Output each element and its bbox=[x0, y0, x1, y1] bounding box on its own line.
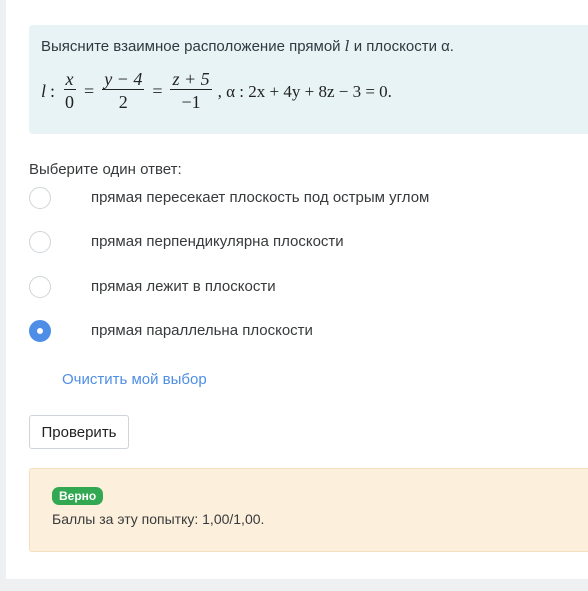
clear-choice-link[interactable]: Очистить мой выбор bbox=[62, 371, 207, 388]
answer-option-label[interactable]: прямая пересекает плоскость под острым у… bbox=[91, 189, 429, 206]
fraction-y-numerator: y − 4 bbox=[102, 69, 145, 90]
prompt-text-middle: и плоскости bbox=[349, 38, 442, 55]
fraction-x: x 0 bbox=[63, 69, 76, 114]
answer-option-label[interactable]: прямая перпендикулярна плоскости bbox=[91, 233, 344, 250]
check-button[interactable]: Проверить bbox=[29, 415, 129, 449]
fraction-y: y − 4 2 bbox=[102, 69, 145, 114]
score-text: Баллы за эту попытку: 1,00/1,00. bbox=[52, 511, 265, 527]
answer-option[interactable]: прямая лежит в плоскости bbox=[29, 275, 569, 301]
equals-sign: = bbox=[84, 81, 95, 101]
prompt-plane-var: α bbox=[441, 38, 450, 55]
fraction-x-numerator: x bbox=[63, 69, 76, 90]
prompt-text-end: . bbox=[449, 38, 454, 55]
plane-equation: , α : 2x + 4y + 8z − 3 = 0. bbox=[217, 81, 392, 101]
answer-option[interactable]: прямая пересекает плоскость под острым у… bbox=[29, 186, 569, 212]
equation-line-name: l bbox=[41, 81, 47, 101]
radio-button[interactable] bbox=[29, 276, 51, 298]
equation-colon: : bbox=[50, 81, 56, 101]
equals-sign: = bbox=[152, 81, 163, 101]
radio-button-checked[interactable] bbox=[29, 320, 51, 342]
answer-option-label[interactable]: прямая параллельна плоскости bbox=[91, 322, 313, 339]
radio-button[interactable] bbox=[29, 231, 51, 253]
fraction-z-denominator: −1 bbox=[181, 92, 201, 112]
answer-option-label[interactable]: прямая лежит в плоскости bbox=[91, 278, 276, 295]
choose-answer-label: Выберите один ответ: bbox=[29, 161, 182, 178]
fraction-x-denominator: 0 bbox=[65, 92, 75, 112]
radio-button[interactable] bbox=[29, 187, 51, 209]
prompt-text-start: Выясните взаимное расположение прямой bbox=[41, 38, 345, 55]
fraction-y-denominator: 2 bbox=[118, 92, 128, 112]
fraction-z: z + 5 −1 bbox=[170, 69, 212, 114]
answer-option[interactable]: прямая перпендикулярна плоскости bbox=[29, 230, 569, 256]
correct-badge: Верно bbox=[52, 487, 104, 505]
equation: l : x 0 = y − 4 2 = z + 5 −1 , α : 2x + … bbox=[41, 69, 392, 114]
fraction-z-numerator: z + 5 bbox=[170, 69, 212, 90]
question-text-box: Выясните взаимное расположение прямой l … bbox=[29, 25, 588, 134]
question-prompt: Выясните взаимное расположение прямой l … bbox=[41, 37, 454, 55]
answer-option-selected[interactable]: прямая параллельна плоскости bbox=[29, 319, 569, 345]
feedback-box: Верно Баллы за эту попытку: 1,00/1,00. bbox=[29, 468, 588, 552]
